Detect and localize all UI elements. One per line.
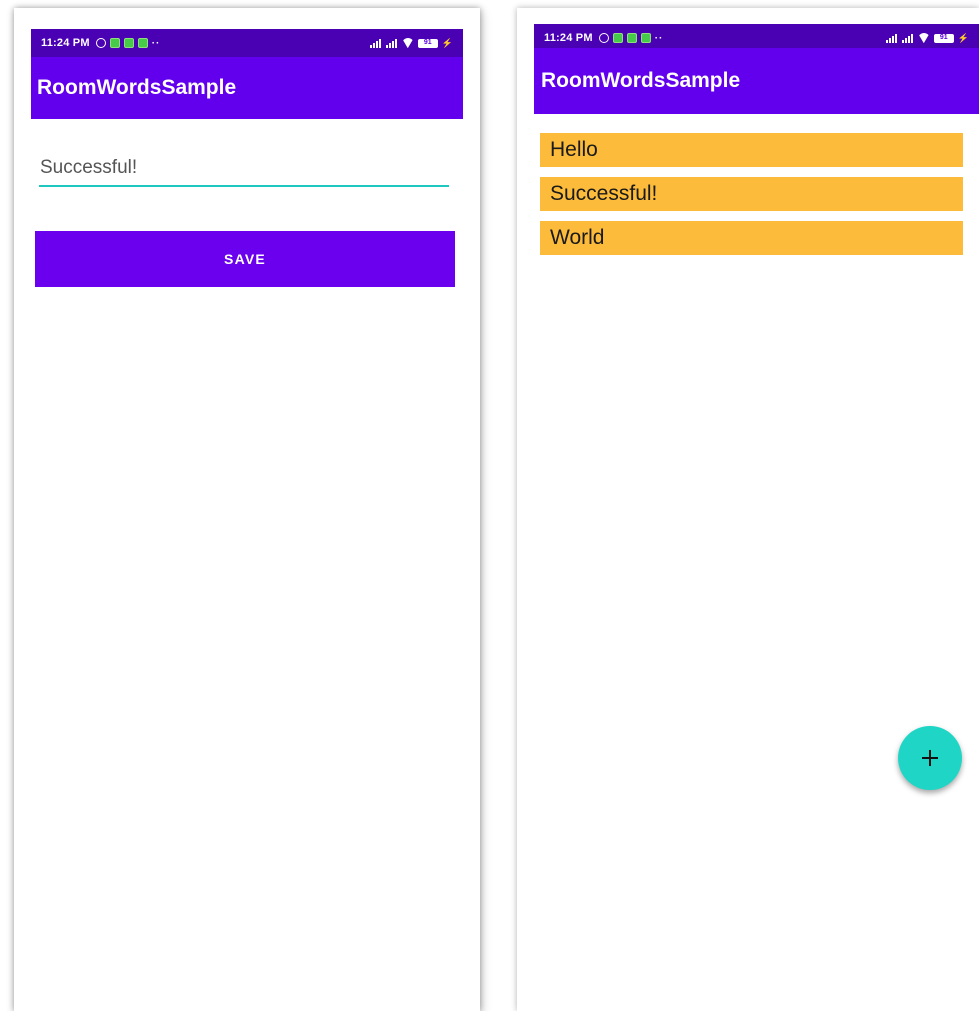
list-item[interactable]: Successful! [540,177,963,211]
signal-icon [885,33,898,43]
new-word-input[interactable] [39,151,449,187]
signal-icon [385,38,398,48]
word-list-screen: 11:24 PM ·· 91 ⚡ RoomWordsSample Hello S… [517,8,979,1011]
list-item[interactable]: World [540,221,963,255]
status-time: 11:24 PM [544,32,593,44]
app-bar: RoomWordsSample [534,48,979,114]
app-notification-icon [626,33,637,43]
app-notification-icon [137,38,148,48]
plus-icon [922,750,938,766]
app-bar: RoomWordsSample [31,57,463,119]
new-word-screen: 11:24 PM ·· 91 ⚡ RoomWordsSample SAVE [14,8,480,1011]
battery-icon: 91 [933,33,954,43]
list-item[interactable]: Hello [540,133,963,167]
app-notification-icon [612,33,623,43]
signal-icon [901,33,914,43]
add-word-button[interactable] [898,726,962,790]
wifi-icon [918,33,930,43]
wifi-icon [402,38,414,48]
signal-icon [369,38,382,48]
charging-icon: ⚡ [957,32,969,43]
save-button[interactable]: SAVE [35,231,455,287]
more-notifications-icon: ·· [654,32,664,44]
system-icons: 91 ⚡ [885,32,969,44]
battery-icon: 91 [417,38,438,48]
charging-icon: ⚡ [441,37,453,48]
status-bar: 11:24 PM ·· 91 ⚡ [31,29,463,57]
word-list: Hello Successful! World [540,133,963,265]
screenshot-stage: 11:24 PM ·· 91 ⚡ RoomWordsSample SAVE [0,0,979,1011]
app-title: RoomWordsSample [541,69,741,92]
app-notification-icon [123,38,134,48]
notification-icons: ·· [598,32,664,44]
app-notification-icon [640,33,651,43]
alarm-icon [95,38,106,48]
app-title: RoomWordsSample [37,76,237,99]
notification-icons: ·· [95,37,161,49]
app-notification-icon [109,38,120,48]
system-icons: 91 ⚡ [369,37,453,49]
alarm-icon [598,33,609,43]
more-notifications-icon: ·· [151,37,161,49]
status-time: 11:24 PM [41,37,90,49]
